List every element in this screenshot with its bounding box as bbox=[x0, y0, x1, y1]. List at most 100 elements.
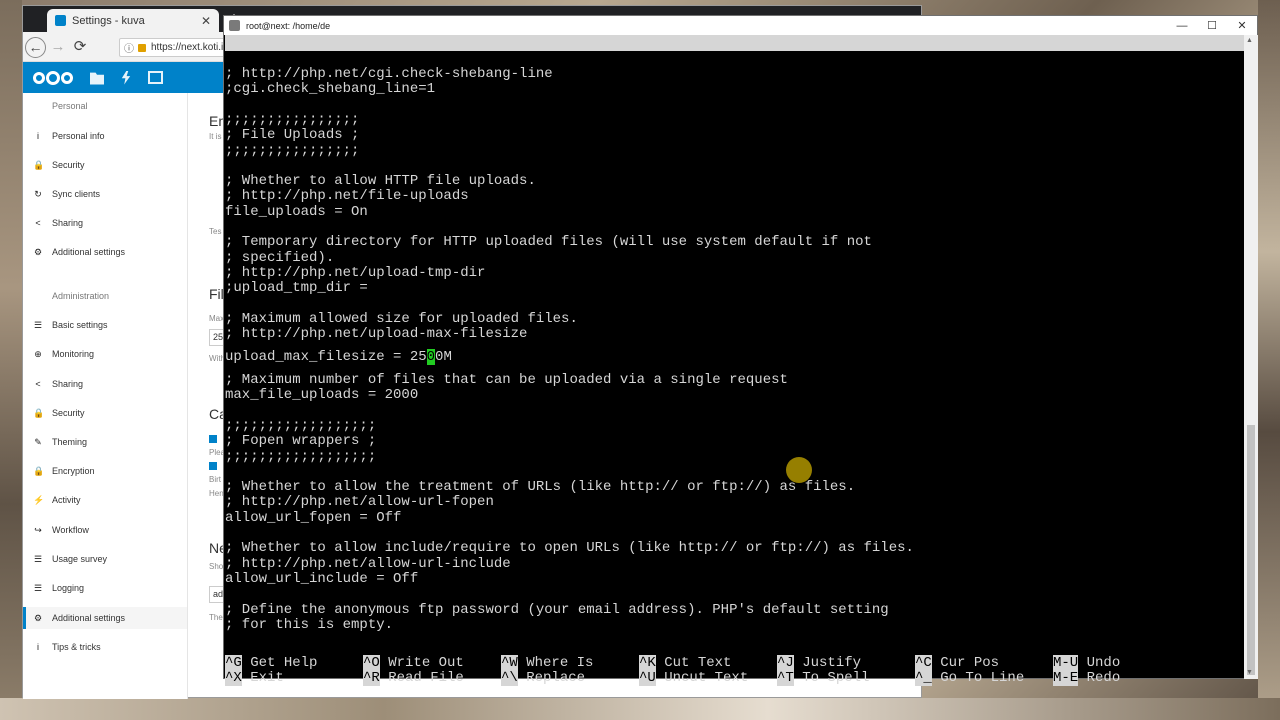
maximize-button[interactable]: ☐ bbox=[1197, 19, 1227, 32]
sidebar-item-monitoring[interactable]: ⊕ Monitoring bbox=[23, 343, 187, 365]
back-button[interactable]: ← bbox=[25, 37, 46, 58]
forward-button[interactable]: → bbox=[47, 36, 69, 58]
desktop-background-bottom bbox=[0, 698, 1280, 720]
info-icon[interactable]: ⓘ bbox=[124, 40, 134, 55]
lock-icon: 🔒 bbox=[33, 159, 45, 170]
shortcut-item: M-U Undo bbox=[1053, 655, 1120, 671]
shortcut-label: Go To Line bbox=[931, 670, 1025, 686]
editor-line[interactable]: ; http://php.net/allow-url-fopen bbox=[225, 494, 494, 510]
bolt-icon: ⚡ bbox=[33, 494, 45, 505]
editor-line[interactable]: ; Whether to allow HTTP file uploads. bbox=[225, 173, 536, 189]
address-bar[interactable]: ⓘ https://next.koti.i bbox=[119, 38, 239, 57]
shortcut-label: Where Is bbox=[517, 655, 594, 671]
shortcut-key: ^G bbox=[225, 655, 242, 671]
nano-editor[interactable]: GNU nano 2.9.3 /etc/php/7.1/apache2/php.… bbox=[224, 35, 1244, 686]
sidebar-item-label: Basic settings bbox=[52, 320, 108, 330]
share-icon: < bbox=[35, 379, 41, 389]
editor-line[interactable]: ;;;;;;;;;;;;;;;;;; bbox=[225, 449, 376, 465]
settings-sidebar: Personal i Personal info 🔒 Security ↻ Sync … bbox=[23, 93, 188, 699]
sidebar-item-usage-survey[interactable]: ☰ Usage survey bbox=[23, 548, 187, 570]
editor-line[interactable]: ; http://php.net/allow-url-include bbox=[225, 556, 511, 572]
sidebar-item-sharing[interactable]: < Sharing bbox=[23, 212, 187, 234]
terminal-scrollbar[interactable]: ▲ ▼ bbox=[1244, 35, 1258, 679]
section-text: Tes bbox=[209, 227, 222, 236]
shortcut-label: Read File bbox=[379, 670, 464, 686]
scrollbar-thumb[interactable] bbox=[1247, 425, 1255, 675]
checkbox[interactable] bbox=[209, 435, 217, 443]
editor-line[interactable]: ; Define the anonymous ftp password (you… bbox=[225, 602, 889, 618]
activity-app-icon[interactable] bbox=[121, 70, 131, 85]
sidebar-item-logging[interactable]: ☰ Logging bbox=[23, 577, 187, 599]
close-window-button[interactable]: ✕ bbox=[1227, 19, 1257, 32]
editor-line[interactable]: max_file_uploads = 2000 bbox=[225, 387, 418, 403]
sidebar-item-theming[interactable]: ✎ Theming bbox=[23, 431, 187, 453]
reload-button[interactable]: ⟳ bbox=[69, 36, 91, 58]
editor-line[interactable]: ;upload_tmp_dir = bbox=[225, 280, 368, 296]
shortcut-key: ^K bbox=[639, 655, 656, 671]
monitoring-icon: ⊕ bbox=[34, 348, 42, 359]
editor-line[interactable]: allow_url_include = Off bbox=[225, 571, 418, 587]
sidebar-item-admin-additional-settings[interactable]: ⚙ Additional settings bbox=[23, 607, 187, 629]
sidebar-item-label: Tips & tricks bbox=[52, 642, 101, 652]
sidebar-item-sync-clients[interactable]: ↻ Sync clients bbox=[23, 183, 187, 205]
minimize-button[interactable]: — bbox=[1167, 20, 1197, 32]
editor-line[interactable]: ; http://php.net/upload-max-filesize bbox=[225, 326, 527, 342]
editor-line[interactable]: ; http://php.net/file-uploads bbox=[225, 188, 469, 204]
editor-line[interactable]: ;;;;;;;;;;;;;;;; bbox=[225, 143, 359, 159]
terminal-title-bar[interactable]: root@next: /home/de — ☐ ✕ bbox=[224, 16, 1257, 35]
sidebar-item-security[interactable]: 🔒 Security bbox=[23, 154, 187, 176]
putty-icon[interactable] bbox=[229, 20, 240, 31]
section-text: Hen bbox=[209, 489, 224, 498]
sidebar-item-admin-sharing[interactable]: < Sharing bbox=[23, 373, 187, 395]
sidebar-item-label: Monitoring bbox=[52, 349, 95, 359]
editor-line[interactable]: ; Maximum number of files that can be up… bbox=[225, 372, 788, 388]
editor-line[interactable]: ;;;;;;;;;;;;;;;; bbox=[225, 112, 359, 128]
scroll-down-icon[interactable]: ▼ bbox=[1246, 669, 1253, 676]
browser-tab[interactable]: Settings - kuva ✕ bbox=[47, 9, 219, 32]
editor-line[interactable]: ;;;;;;;;;;;;;;;;;; bbox=[225, 418, 376, 434]
sidebar-item-label: Sharing bbox=[52, 218, 84, 228]
editor-line[interactable]: ; for this is empty. bbox=[225, 617, 393, 633]
sidebar-item-basic-settings[interactable]: ☰ Basic settings bbox=[23, 314, 187, 336]
editor-line[interactable]: ; File Uploads ; bbox=[225, 127, 359, 143]
sidebar-item-tips-tricks[interactable]: i Tips & tricks bbox=[23, 636, 187, 658]
editor-line[interactable]: ; http://php.net/cgi.check-shebang-line bbox=[225, 66, 553, 82]
editor-line[interactable]: ; Temporary directory for HTTP uploaded … bbox=[225, 234, 872, 250]
nano-file-path: /etc/php/7.1/apache2/php.ini bbox=[641, 67, 877, 83]
sidebar-item-activity[interactable]: ⚡ Activity bbox=[23, 489, 187, 511]
share-icon: < bbox=[35, 218, 41, 228]
shortcut-key: ^O bbox=[363, 655, 380, 671]
scroll-up-icon[interactable]: ▲ bbox=[1246, 37, 1253, 44]
checkbox[interactable] bbox=[209, 462, 217, 470]
nextcloud-logo-icon[interactable] bbox=[33, 70, 74, 85]
shortcut-item: ^X Exit bbox=[225, 670, 284, 686]
editor-line[interactable]: ; Maximum allowed size for uploaded file… bbox=[225, 311, 578, 327]
sidebar-item-label: Encryption bbox=[52, 466, 95, 476]
editor-line[interactable]: file_uploads = On bbox=[225, 204, 368, 220]
editor-line[interactable]: ;cgi.check_shebang_line=1 bbox=[225, 81, 435, 97]
shortcut-key: ^R bbox=[363, 670, 380, 686]
editor-line[interactable]: ; Whether to allow the treatment of URLs… bbox=[225, 479, 855, 495]
shortcut-label: Uncut Text bbox=[655, 670, 749, 686]
desktop-background-left bbox=[0, 0, 22, 720]
sidebar-item-admin-security[interactable]: 🔒 Security bbox=[23, 402, 187, 424]
gallery-app-icon[interactable] bbox=[148, 71, 163, 84]
close-tab-icon[interactable]: ✕ bbox=[201, 14, 211, 28]
editor-line[interactable]: ; specified). bbox=[225, 250, 334, 266]
sidebar-item-label: Security bbox=[52, 408, 85, 418]
shortcut-label: Replace bbox=[517, 670, 586, 686]
sidebar-item-workflow[interactable]: ↪ Workflow bbox=[23, 519, 187, 541]
sidebar-item-encryption[interactable]: 🔒 Encryption bbox=[23, 460, 187, 482]
sidebar-item-additional-settings[interactable]: ⚙ Additional settings bbox=[23, 241, 187, 263]
editor-line[interactable]: ; http://php.net/upload-tmp-dir bbox=[225, 265, 485, 281]
editor-line[interactable]: ; Fopen wrappers ; bbox=[225, 433, 376, 449]
shortcut-key: ^W bbox=[501, 655, 518, 671]
editor-line-cursor[interactable]: upload_max_filesize = 2500M bbox=[225, 349, 452, 365]
sidebar-item-personal-info[interactable]: i Personal info bbox=[23, 125, 187, 147]
info-icon: i bbox=[37, 642, 39, 652]
editor-line[interactable]: ; Whether to allow include/require to op… bbox=[225, 540, 914, 556]
editor-line[interactable]: allow_url_fopen = Off bbox=[225, 510, 401, 526]
info-icon: i bbox=[37, 131, 39, 141]
sidebar-item-label: Personal info bbox=[52, 131, 105, 141]
files-app-icon[interactable] bbox=[90, 72, 104, 85]
